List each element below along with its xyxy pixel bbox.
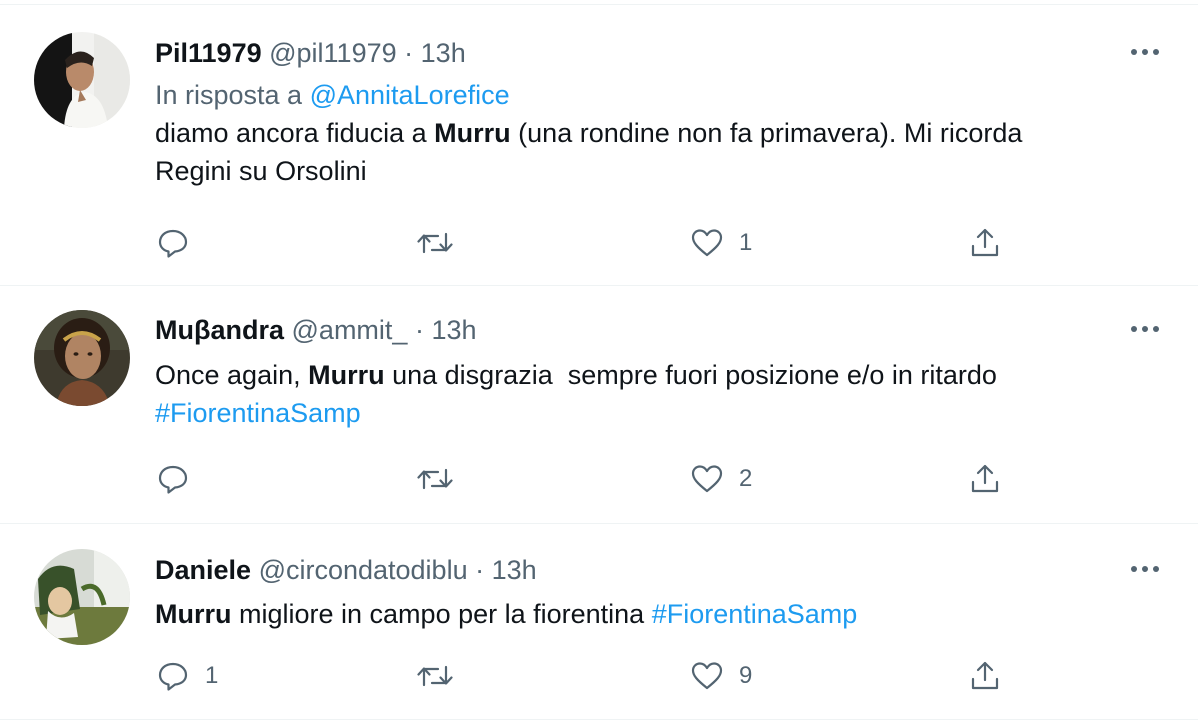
display-name[interactable]: Muβandra (155, 315, 284, 345)
avatar[interactable] (34, 310, 130, 406)
more-horizontal-icon (1131, 566, 1159, 572)
text-segment: diamo ancora fiducia a (155, 118, 435, 148)
more-horizontal-icon (1131, 326, 1159, 332)
text-segment: Regini su Orsolini (155, 156, 367, 186)
display-name[interactable]: Daniele (155, 555, 251, 585)
heart-icon (691, 465, 723, 493)
tweet[interactable]: Daniele @circondatodiblu · 13h Murru mig… (0, 524, 1198, 720)
heart-icon (691, 662, 723, 690)
retweet-icon (417, 468, 453, 490)
reply-context: In risposta a @AnnitaLorefice (155, 76, 1168, 114)
display-name[interactable]: Pil11979 (155, 38, 262, 68)
hashtag-link[interactable]: #FiorentinaSamp (155, 398, 361, 428)
reply-feed: Pil11979 @pil11979 · 13h In risposta a @… (0, 0, 1198, 726)
reply-icon (158, 465, 188, 494)
more-options-button[interactable] (1128, 554, 1162, 584)
timestamp[interactable]: 13h (492, 555, 537, 585)
highlighted-term: Murru (155, 599, 232, 629)
highlighted-term: Murru (308, 360, 385, 390)
user-handle[interactable]: @ammit_ (292, 315, 408, 345)
more-horizontal-icon (1131, 49, 1159, 55)
more-options-button[interactable] (1128, 314, 1162, 344)
tweet-header: Pil11979 @pil11979 · 13h (155, 35, 1168, 71)
retweet-button[interactable] (417, 656, 469, 696)
user-handle[interactable]: @pil11979 (269, 38, 397, 68)
tweet-actions: 2 (155, 459, 1015, 499)
separator-dot: · (404, 38, 414, 68)
like-count: 1 (739, 229, 753, 256)
timestamp[interactable]: 13h (421, 38, 466, 68)
share-button[interactable] (969, 223, 1001, 263)
tweet-text: diamo ancora fiducia a Murru (una rondin… (155, 114, 1168, 190)
text-segment: migliore in campo per la fiorentina (231, 599, 652, 629)
reply-mention-link[interactable]: @AnnitaLorefice (310, 80, 510, 110)
like-button[interactable]: 1 (691, 223, 752, 263)
like-button[interactable]: 9 (691, 656, 752, 696)
hashtag-link[interactable]: #FiorentinaSamp (652, 599, 858, 629)
share-button[interactable] (969, 656, 1001, 696)
avatar[interactable] (34, 32, 130, 128)
tweet-actions: 1 9 (155, 656, 1015, 696)
text-segment: una disgrazia sempre fuori posizione e/o… (384, 360, 997, 390)
tweet-header: Daniele @circondatodiblu · 13h (155, 552, 1168, 588)
timestamp[interactable]: 13h (431, 315, 476, 345)
separator-dot: · (475, 555, 485, 585)
reply-button[interactable]: 1 (157, 656, 218, 696)
tweet[interactable]: Muβandra @ammit_ · 13h Once again, Murru… (0, 286, 1198, 524)
retweet-icon (417, 665, 453, 687)
like-count: 9 (739, 662, 753, 689)
reply-icon (158, 662, 188, 691)
separator-dot: · (414, 315, 424, 345)
retweet-button[interactable] (417, 223, 469, 263)
share-icon (971, 464, 999, 493)
reply-prefix: In risposta a (155, 80, 303, 110)
tweet-actions: 1 (155, 223, 1015, 263)
like-button[interactable]: 2 (691, 459, 752, 499)
share-button[interactable] (969, 459, 1001, 499)
share-icon (971, 228, 999, 257)
tweet-text: Murru migliore in campo per la fiorentin… (155, 595, 1168, 633)
reply-count: 1 (205, 662, 219, 689)
tweet-header: Muβandra @ammit_ · 13h (155, 312, 1168, 348)
retweet-icon (417, 232, 453, 254)
reply-button[interactable] (157, 459, 205, 499)
tweet-text: Once again, Murru una disgrazia sempre f… (155, 356, 1168, 432)
user-handle[interactable]: @circondatodiblu (259, 555, 468, 585)
like-count: 2 (739, 465, 753, 492)
more-options-button[interactable] (1128, 37, 1162, 67)
heart-icon (691, 229, 723, 257)
text-segment: (una rondine non fa primavera). Mi ricor… (510, 118, 1023, 148)
text-segment: Once again, (155, 360, 309, 390)
share-icon (971, 661, 999, 690)
avatar[interactable] (34, 549, 130, 645)
highlighted-term: Murru (434, 118, 511, 148)
tweet[interactable]: Pil11979 @pil11979 · 13h In risposta a @… (0, 4, 1198, 286)
reply-icon (158, 229, 188, 258)
reply-button[interactable] (157, 223, 205, 263)
retweet-button[interactable] (417, 459, 469, 499)
